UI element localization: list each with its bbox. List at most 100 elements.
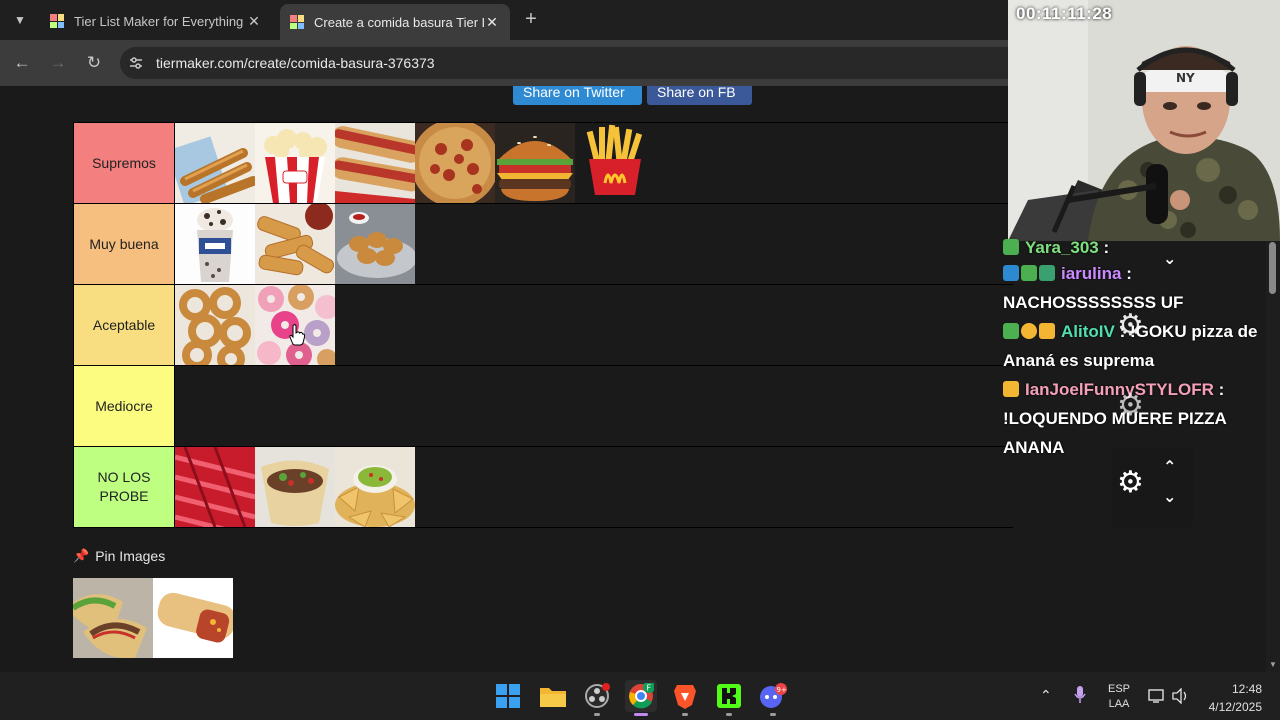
- chevron-down-icon[interactable]: ⌄: [1163, 249, 1176, 269]
- tab-create-tier-list[interactable]: Create a comida basura Tier List ✕: [280, 4, 510, 40]
- onion-rings-image[interactable]: [175, 285, 255, 365]
- badge-icon: [1039, 265, 1055, 281]
- discord-notification-badge: 9+: [777, 686, 787, 694]
- clock-date: 4/12/2025: [1208, 700, 1262, 714]
- clock-time: 12:48: [1231, 682, 1262, 696]
- tier-items[interactable]: [175, 204, 1013, 284]
- red-licorice-image[interactable]: [175, 447, 255, 527]
- site-info-icon[interactable]: [126, 53, 146, 73]
- churros-image[interactable]: [175, 123, 255, 203]
- tab-search-chevron-icon[interactable]: ▼: [8, 8, 32, 32]
- network-icon[interactable]: [1148, 688, 1166, 709]
- tray-overflow-chevron-icon[interactable]: ⌃: [1040, 687, 1052, 704]
- running-indicator: [726, 713, 732, 716]
- crown-badge-icon: [1039, 323, 1055, 339]
- input-language[interactable]: ESP LAA: [1104, 683, 1134, 710]
- chrome-profile-badge: F: [647, 684, 652, 693]
- gear-icon[interactable]: ⚙: [1117, 308, 1144, 343]
- address-bar[interactable]: tiermaker.com/create/comida-basura-37637…: [120, 47, 1020, 79]
- chat-badges: [1003, 265, 1055, 281]
- crown-badge-icon: [1003, 381, 1019, 397]
- tier-label[interactable]: NO LOS PROBE: [74, 447, 175, 527]
- pin-images-toggle[interactable]: 📌 Pin Images: [73, 548, 165, 564]
- hot-dogs-image[interactable]: [335, 123, 415, 203]
- webcam-feed: NY: [1008, 0, 1280, 241]
- tier-label[interactable]: Mediocre: [74, 366, 175, 446]
- new-tab-plus-icon[interactable]: +: [520, 8, 542, 32]
- discord-icon[interactable]: 9+: [757, 680, 789, 716]
- chat-username: Yara_303: [1025, 239, 1099, 255]
- reload-icon[interactable]: ↻: [82, 52, 106, 74]
- clock[interactable]: 12:48 4/12/2025: [1198, 682, 1270, 714]
- share-fb-button[interactable]: Share on FB: [647, 86, 752, 105]
- tier-label[interactable]: Aceptable: [74, 285, 175, 365]
- kick-icon[interactable]: [713, 680, 745, 716]
- tier-row: Aceptable: [73, 285, 1013, 366]
- tiermaker-favicon-icon: [50, 14, 64, 28]
- chat-badges: [1003, 323, 1055, 339]
- tier-row: NO LOS PROBE: [73, 447, 1013, 528]
- running-indicator: [770, 713, 776, 716]
- language-code: ESP: [1107, 683, 1130, 695]
- tier-list: Supremos Muy buena Aceptable Mediocre NO…: [73, 122, 1013, 528]
- tacos-image[interactable]: [73, 578, 153, 658]
- tab-title: Create a comida basura Tier List: [314, 14, 484, 30]
- mcdonalds-fries-image[interactable]: [575, 123, 655, 203]
- volume-icon[interactable]: [1172, 687, 1190, 709]
- chat-text: NACHOSSSSSSSS UF: [1003, 293, 1184, 312]
- svg-text:NY: NY: [1176, 71, 1195, 85]
- stream-timer: 00:11:11:28: [1016, 4, 1113, 23]
- tier-label[interactable]: Supremos: [74, 123, 175, 203]
- chevron-down-icon[interactable]: ⌄: [1163, 487, 1176, 507]
- tab-title: Tier List Maker for Everything -: [74, 13, 246, 29]
- forward-arrow-icon[interactable]: →: [46, 52, 70, 74]
- chat-message: Yara_303 :: [1003, 239, 1280, 255]
- chicken-nuggets-image[interactable]: [335, 204, 415, 284]
- hand-cursor-icon: [289, 324, 306, 351]
- popcorn-image[interactable]: [255, 123, 335, 203]
- chat-username: AlitoIV: [1061, 322, 1115, 341]
- nachos-guacamole-image[interactable]: [335, 447, 415, 527]
- running-indicator: [594, 713, 600, 716]
- tier-label[interactable]: Muy buena: [74, 204, 175, 284]
- tier-items[interactable]: [175, 123, 1013, 203]
- tier-row: Muy buena: [73, 204, 1013, 285]
- badge-icon: [1021, 323, 1037, 339]
- gear-icon[interactable]: ⚙: [1117, 465, 1144, 500]
- tier-items[interactable]: [175, 447, 1013, 527]
- tab-tiermaker-home[interactable]: Tier List Maker for Everything - ✕: [40, 6, 272, 36]
- badge-icon: [1003, 265, 1019, 281]
- close-icon[interactable]: ✕: [484, 14, 500, 31]
- pin-images-label: Pin Images: [95, 548, 166, 564]
- tier-items[interactable]: [175, 366, 1013, 446]
- chat-badges: [1003, 381, 1019, 397]
- badge-icon: [1021, 265, 1037, 281]
- cheeseburger-image[interactable]: [495, 123, 575, 203]
- microphone-icon[interactable]: [1074, 686, 1086, 709]
- scroll-down-arrow-icon[interactable]: ▼: [1268, 660, 1278, 669]
- chrome-icon[interactable]: F: [625, 680, 657, 716]
- share-twitter-button[interactable]: Share on Twitter: [513, 86, 642, 105]
- tiermaker-favicon-icon: [290, 15, 304, 29]
- windows-start-icon[interactable]: [492, 680, 524, 712]
- tier-row: Mediocre: [73, 366, 1013, 447]
- tier-row: Supremos: [73, 123, 1013, 204]
- pizza-image[interactable]: [415, 123, 495, 203]
- burrito-wrap-image[interactable]: [255, 447, 335, 527]
- chevron-up-icon[interactable]: ⌃: [1163, 457, 1176, 477]
- running-indicator: [682, 713, 688, 716]
- overlay-controls: ⚙ ⌃ ⌄: [1112, 447, 1193, 527]
- badge-icon: [1003, 323, 1019, 339]
- tab-strip: ▼ Tier List Maker for Everything - ✕ Cre…: [0, 0, 1010, 40]
- file-explorer-icon[interactable]: [537, 680, 569, 712]
- brave-icon[interactable]: [669, 680, 701, 716]
- chat-username: iarulina: [1061, 264, 1122, 283]
- back-arrow-icon[interactable]: ←: [10, 52, 34, 74]
- obs-icon[interactable]: [581, 680, 613, 716]
- mozzarella-sticks-image[interactable]: [255, 204, 335, 284]
- badge-icon: [1003, 239, 1019, 255]
- close-icon[interactable]: ✕: [246, 13, 262, 30]
- oreo-milkshake-image[interactable]: [175, 204, 255, 284]
- gear-icon[interactable]: ⚙: [1117, 388, 1144, 423]
- crunchwrap-burrito-image[interactable]: [153, 578, 233, 658]
